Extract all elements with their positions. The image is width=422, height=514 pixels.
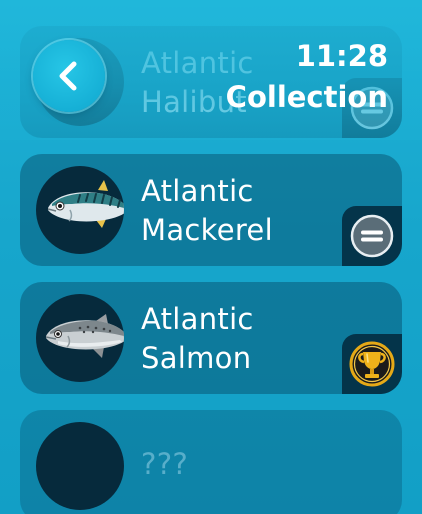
fish-thumbnail-placeholder	[36, 422, 124, 510]
status-badge	[342, 334, 402, 394]
equals-icon	[350, 214, 394, 258]
fish-thumbnail	[36, 166, 124, 254]
fish-name: Atlantic Mackerel	[141, 174, 273, 247]
collection-item-atlantic-mackerel[interactable]: Atlantic Mackerel	[20, 154, 402, 266]
mackerel-icon	[47, 180, 124, 228]
status-time: 11:28	[295, 39, 388, 73]
chevron-left-icon	[59, 61, 77, 91]
fish-name: ???	[141, 447, 189, 481]
back-button[interactable]	[33, 40, 105, 112]
fish-name: Atlantic Salmon	[141, 302, 254, 375]
salmon-icon	[45, 314, 124, 358]
collection-item-locked[interactable]: ???	[20, 410, 402, 514]
page-title: Collection	[225, 80, 388, 114]
collection-item-atlantic-salmon[interactable]: Atlantic Salmon	[20, 282, 402, 394]
fish-thumbnail	[36, 294, 124, 382]
status-badge	[342, 206, 402, 266]
trophy-icon	[349, 341, 395, 387]
